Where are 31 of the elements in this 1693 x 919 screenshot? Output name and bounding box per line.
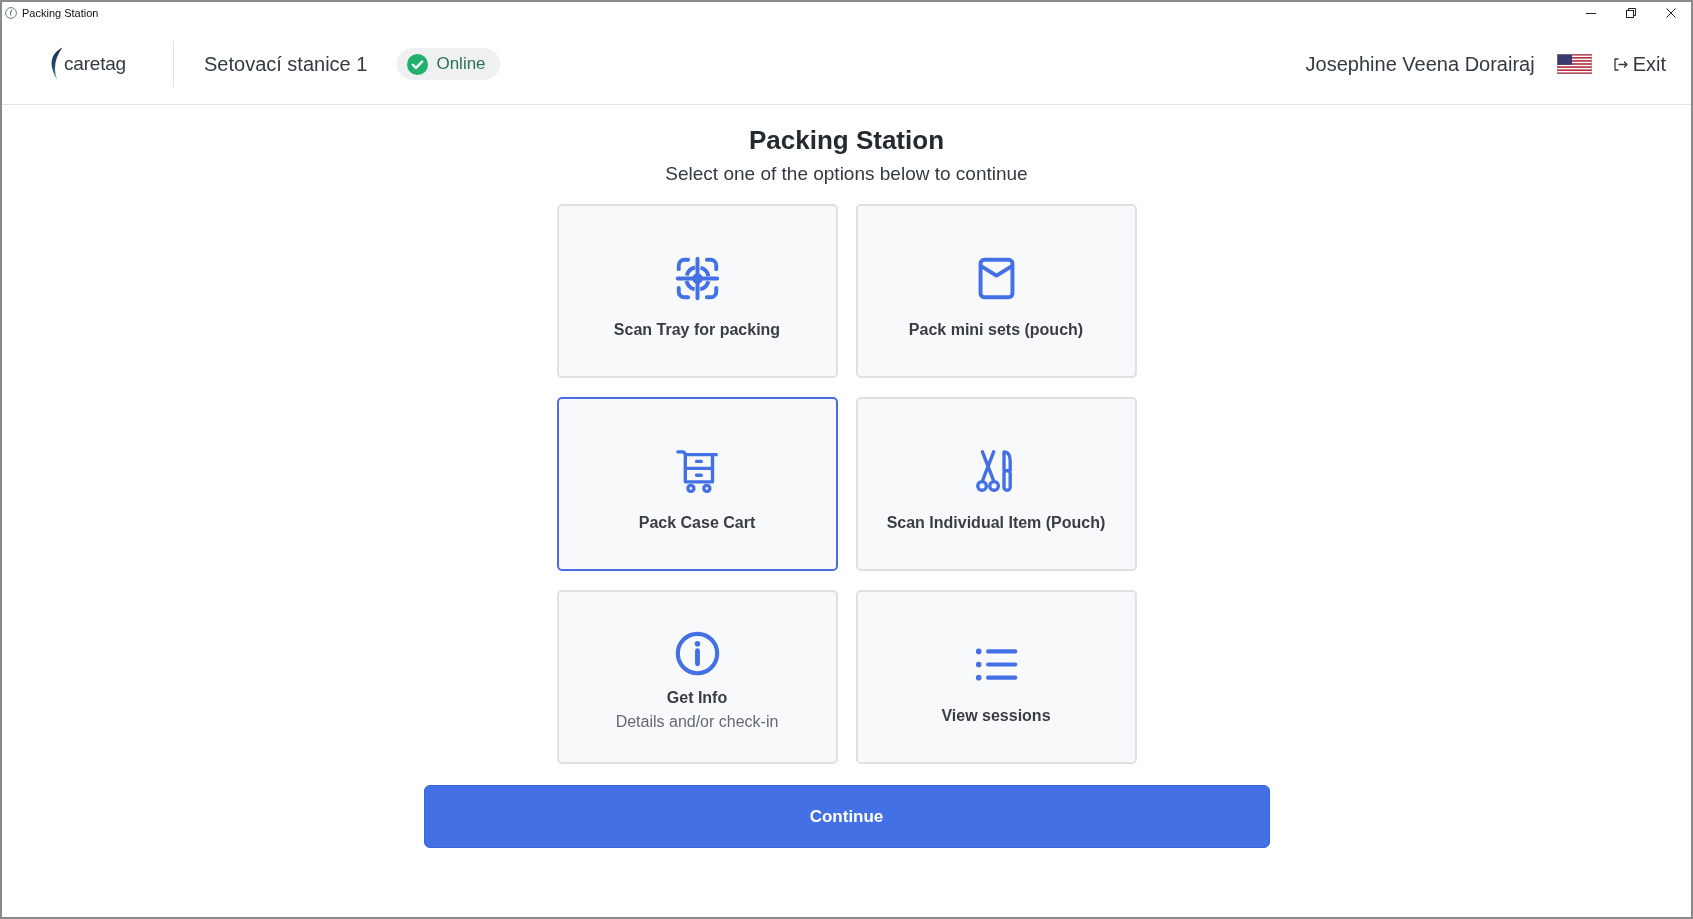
option-label: View sessions xyxy=(941,706,1051,726)
option-card[interactable]: Pack mini sets (pouch) xyxy=(855,204,1137,378)
page-subtitle: Select one of the options below to continue xyxy=(665,162,1028,186)
flag-icon[interactable] xyxy=(1556,54,1592,74)
option-card[interactable]: Scan Tray for packing xyxy=(556,204,838,378)
scan-target-icon xyxy=(674,256,720,301)
drawer-cart-icon xyxy=(674,449,720,494)
option-description: Details and/or check-in xyxy=(615,711,779,732)
status-badge: Online xyxy=(397,48,500,80)
option-card[interactable]: Scan Individual Item (Pouch) xyxy=(855,397,1137,571)
info-icon xyxy=(674,630,720,676)
exit-label: Exit xyxy=(1632,52,1666,76)
option-label: Scan Individual Item (Pouch) xyxy=(886,513,1106,533)
option-card[interactable]: Pack Case Cart xyxy=(556,397,838,571)
option-label: Get Info xyxy=(666,687,728,708)
restore-icon[interactable] xyxy=(1626,8,1636,18)
option-card[interactable]: Get Info Details and/or check-in xyxy=(556,590,838,764)
option-label: Pack mini sets (pouch) xyxy=(908,320,1084,340)
app-icon xyxy=(5,7,17,19)
logo-text: caretag xyxy=(64,53,126,75)
option-label: Pack Case Cart xyxy=(638,513,756,533)
exit-icon xyxy=(1612,56,1628,72)
page-title: Packing Station xyxy=(748,124,944,156)
user-name: Josephine Veena Dorairaj xyxy=(1305,52,1535,76)
option-card[interactable]: View sessions xyxy=(855,590,1137,764)
station-name: Setovací stanice 1 xyxy=(204,52,368,76)
window-title: Packing Station xyxy=(22,7,99,19)
close-icon[interactable] xyxy=(1666,8,1676,18)
option-label: Scan Tray for packing xyxy=(613,320,781,340)
continue-button[interactable]: Continue xyxy=(423,785,1270,848)
exit-button[interactable]: Exit xyxy=(1612,52,1666,76)
